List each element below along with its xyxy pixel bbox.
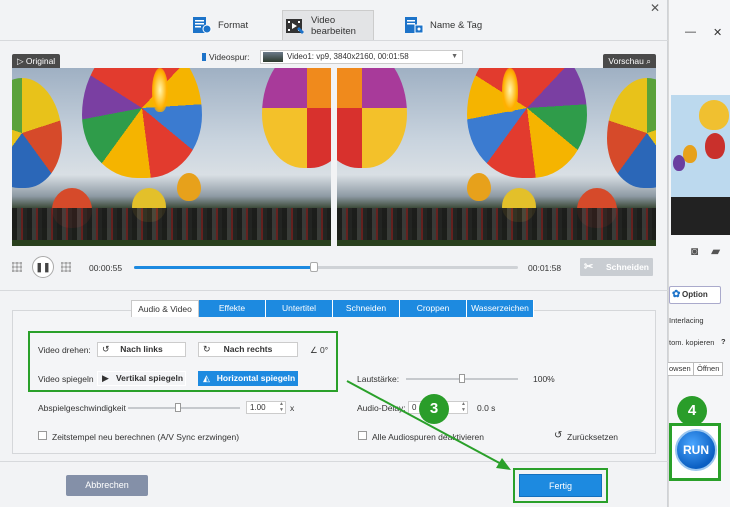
subtab-audio-video[interactable]: Audio & Video — [131, 300, 199, 317]
speed-label: Abspielgeschwindigkeit — [38, 403, 126, 413]
pause-button[interactable]: ❚❚ — [32, 256, 54, 278]
done-highlight-box: Fertig — [513, 468, 608, 503]
video-header: ▷ Original Videospur: Video1: vp9, 3840x… — [12, 50, 656, 68]
background-preview-image — [671, 95, 730, 235]
chevron-down-icon: ▼ — [451, 53, 458, 60]
folder-icon[interactable]: ▰ — [711, 244, 720, 258]
stepper-icon[interactable]: ▲ ▼ — [279, 401, 284, 413]
speed-slider[interactable] — [128, 403, 240, 412]
frame-forward-icon[interactable] — [61, 262, 71, 272]
top-divider — [0, 40, 668, 41]
mute-all-label: Alle Audiospuren deaktivieren — [372, 432, 484, 442]
frame-back-icon[interactable] — [12, 262, 22, 272]
sub-tabs: Audio & Video Effekte Untertitel Schneid… — [131, 300, 534, 317]
timestamp-label: Zeitstempel neu berechnen (A/V Sync erzw… — [52, 432, 240, 442]
format-icon — [192, 16, 212, 34]
cut-button-label: Schneiden — [606, 262, 649, 272]
bottom-divider — [0, 461, 668, 462]
copy-label: tom. kopieren — [669, 338, 715, 347]
rotate-flip-highlight — [28, 331, 338, 392]
camera-icon[interactable]: ◙ — [691, 244, 698, 258]
preview-label: Vorschau ⌕ — [603, 54, 656, 68]
option-button[interactable]: ✿ Option — [669, 286, 721, 304]
middle-divider — [0, 290, 668, 291]
cut-button[interactable]: ✂ Schneiden — [580, 258, 653, 276]
speed-slider-knob[interactable] — [175, 403, 182, 412]
run-button[interactable]: RUN — [675, 429, 717, 471]
browse-button[interactable]: owsen — [665, 362, 695, 376]
gear-icon: ✿ — [672, 289, 681, 300]
audio-delay-value: 0 — [412, 403, 417, 412]
step-4-badge: 4 — [677, 396, 707, 426]
option-label: Option — [682, 290, 708, 299]
original-label: ▷ Original — [12, 54, 61, 68]
subtab-watermark[interactable]: Wasserzeichen — [467, 300, 534, 317]
tab-format[interactable]: Format — [192, 10, 264, 40]
video-track-label: Videospur: — [202, 52, 249, 62]
tab-name-tag-label: Name & Tag — [430, 19, 483, 31]
scissors-icon: ✂ — [584, 261, 594, 273]
volume-slider-knob[interactable] — [459, 374, 465, 383]
seek-progress — [134, 266, 315, 269]
volume-value: 100% — [533, 374, 555, 384]
tab-video-edit[interactable]: Video bearbeiten — [282, 10, 374, 40]
track-thumbnail — [263, 52, 283, 62]
video-track-value: Video1: vp9, 3840x2160, 00:01:58 — [287, 52, 409, 61]
run-highlight-box: RUN — [669, 423, 721, 481]
speed-input[interactable]: 1.00 ▲ ▼ — [246, 401, 286, 414]
stepper-icon[interactable]: ▲ ▼ — [461, 401, 466, 413]
preview-video — [337, 68, 656, 246]
playback-controls: ❚❚ 00:00:55 00:01:58 ✂ Schneiden — [12, 255, 656, 279]
step-3-badge: 3 — [419, 394, 449, 424]
video-track-select[interactable]: Video1: vp9, 3840x2160, 00:01:58 ▼ — [260, 50, 463, 64]
edit-video-dialog: ✕ Format Video bearbeiten Name & Tag ▷ O… — [0, 0, 668, 507]
reset-link[interactable]: Zurücksetzen — [567, 432, 618, 442]
tab-name-tag[interactable]: Name & Tag — [404, 10, 494, 40]
open-button[interactable]: Öffnen — [693, 362, 724, 376]
mute-all-checkbox[interactable] — [358, 431, 367, 440]
volume-slider[interactable] — [406, 374, 518, 383]
total-time: 00:01:58 — [528, 263, 562, 273]
name-tag-icon — [404, 16, 424, 34]
subtab-subtitles[interactable]: Untertitel — [266, 300, 333, 317]
volume-label: Lautstärke: — [357, 374, 400, 384]
audio-delay-unit: 0.0 s — [477, 403, 496, 413]
current-time: 00:00:55 — [89, 263, 123, 273]
original-video — [12, 68, 331, 246]
subtab-effects[interactable]: Effekte — [199, 300, 266, 317]
done-button[interactable]: Fertig — [519, 474, 602, 497]
tab-format-label: Format — [218, 19, 249, 31]
subtab-cut[interactable]: Schneiden — [333, 300, 400, 317]
timestamp-checkbox[interactable] — [38, 431, 47, 440]
preview-label-text: Vorschau — [608, 56, 644, 66]
top-tabs: Format Video bearbeiten Name & Tag — [0, 10, 668, 40]
minimize-icon[interactable]: — — [685, 26, 696, 38]
original-label-text: Original — [25, 56, 56, 66]
seek-handle[interactable] — [310, 262, 319, 272]
cancel-button[interactable]: Abbrechen — [66, 475, 148, 496]
subtab-crop[interactable]: Croppen — [400, 300, 467, 317]
interlacing-label: Interlacing — [669, 316, 704, 325]
speed-unit: x — [290, 403, 295, 413]
tab-video-edit-label: Video bearbeiten — [311, 14, 356, 37]
speed-value: 1.00 — [250, 403, 266, 412]
audio-delay-label: Audio-Delay: — [357, 403, 406, 413]
seek-bar[interactable] — [134, 262, 518, 272]
help-icon[interactable]: ? — [721, 337, 726, 346]
reset-icon[interactable]: ↺ — [554, 430, 562, 441]
close-icon[interactable]: ✕ — [713, 26, 722, 39]
video-track-label-text: Videospur: — [209, 52, 250, 62]
video-edit-icon — [285, 17, 305, 35]
